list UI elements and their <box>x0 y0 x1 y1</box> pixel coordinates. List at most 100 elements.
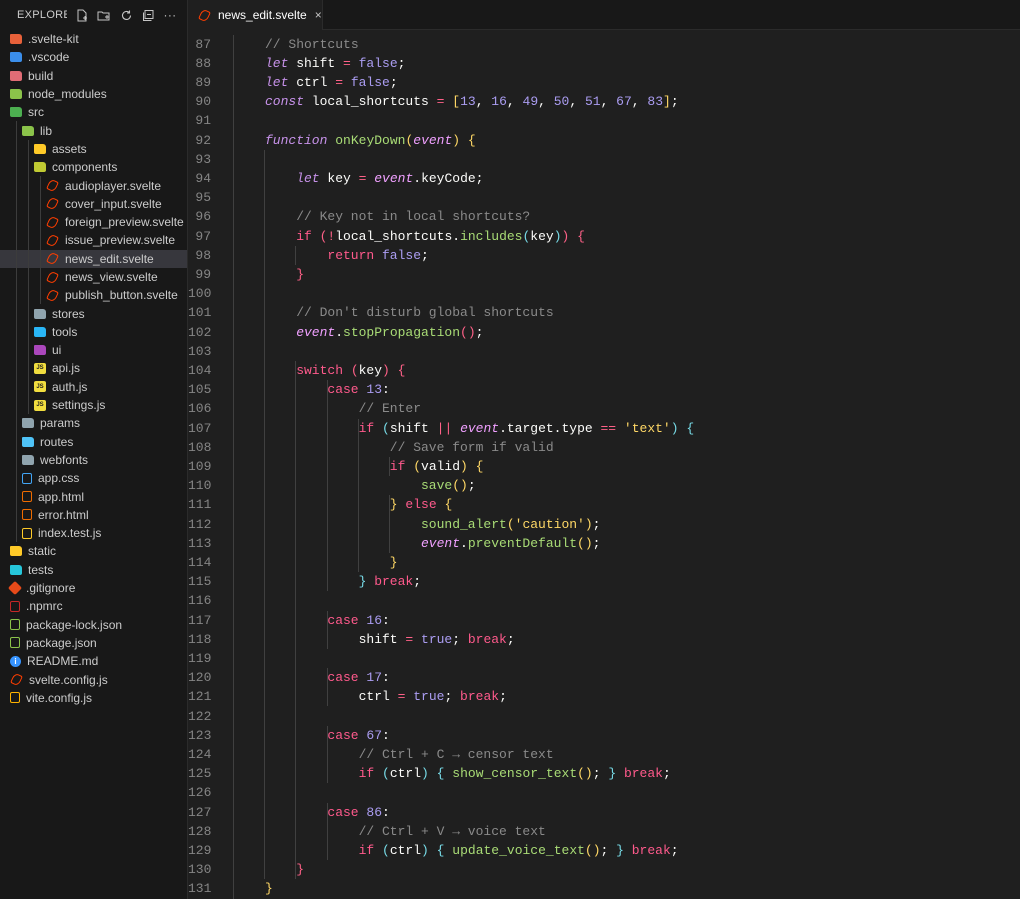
indent-guide <box>16 212 17 232</box>
tree-item-label: package-lock.json <box>26 617 123 632</box>
tree-item[interactable]: svelte.config.js <box>0 670 187 688</box>
tree-item[interactable]: package.json <box>0 634 187 652</box>
js-file-icon: JS <box>34 399 46 411</box>
line-number: 123 <box>188 727 212 743</box>
tree-item[interactable]: webfonts <box>0 450 187 470</box>
tree-item[interactable]: params <box>0 414 187 433</box>
tree-item-label: app.html <box>38 489 85 504</box>
tree-item[interactable]: index.test.js <box>0 524 187 543</box>
code-line: 89 let ctrl = false; <box>188 73 1020 92</box>
new-folder-icon[interactable] <box>97 8 111 22</box>
indent-guide <box>28 322 29 342</box>
tree-item[interactable]: .npmrc <box>0 597 187 615</box>
code-line: 110 save(); <box>188 476 1020 495</box>
tree-item[interactable]: app.css <box>0 469 187 488</box>
indent-guide <box>295 245 297 265</box>
file-icon <box>10 619 20 631</box>
line-number: 131 <box>188 881 212 897</box>
code-text: event.preventDefault(); <box>421 535 601 551</box>
code-line: 96 // Key not in local shortcuts? <box>188 207 1020 226</box>
code-line: 115} break; <box>188 572 1020 591</box>
svelte-file-icon <box>46 270 59 284</box>
tree-item[interactable]: JS settings.js <box>0 395 187 415</box>
code-line: 109 if (valid) { <box>188 457 1020 476</box>
tree-item[interactable]: ui <box>0 341 187 360</box>
code-line: 105 case 13: <box>188 380 1020 399</box>
tree-item[interactable]: news_view.svelte <box>0 267 187 287</box>
tree-item[interactable]: src <box>0 103 187 121</box>
indent-guide <box>28 212 29 232</box>
code-text: case 86: <box>327 804 390 820</box>
tree-item[interactable]: package-lock.json <box>0 616 187 634</box>
tree-item[interactable]: foreign_preview.svelte <box>0 212 187 232</box>
indent-guide <box>28 377 29 396</box>
tree-item-label: news_edit.svelte <box>65 251 154 266</box>
tree-item[interactable]: vite.config.js <box>0 689 187 707</box>
line-number: 107 <box>188 420 212 436</box>
more-icon[interactable]: ··· <box>163 8 177 22</box>
line-number: 127 <box>188 804 212 820</box>
code-text: // Ctrl + V → voice text <box>358 823 546 839</box>
tree-item[interactable]: stores <box>0 304 187 323</box>
code-line: 130} <box>188 860 1020 879</box>
tree-item[interactable]: app.html <box>0 487 187 506</box>
tree-item[interactable]: tools <box>0 322 187 342</box>
tree-item-label: auth.js <box>52 379 88 394</box>
file-icon <box>10 692 20 704</box>
tree-item[interactable]: components <box>0 158 187 177</box>
tree-item[interactable]: audioplayer.svelte <box>0 176 187 195</box>
svelte-file-icon <box>10 672 23 687</box>
refresh-icon[interactable] <box>119 8 133 22</box>
tree-item[interactable]: node_modules <box>0 85 187 103</box>
line-number: 102 <box>188 324 212 340</box>
line-number: 103 <box>188 343 212 359</box>
indent-guide <box>16 377 17 396</box>
indent-guide <box>326 380 328 592</box>
indent-guide <box>16 450 17 470</box>
explorer-header: EXPLORE... ··· <box>0 0 187 30</box>
tree-item-label: issue_preview.svelte <box>65 233 176 248</box>
indent-guide <box>326 725 328 784</box>
tree-item[interactable]: news_edit.svelte <box>0 249 187 268</box>
tree-item[interactable]: lib <box>0 121 187 140</box>
folder-icon <box>22 436 34 447</box>
indent-guide <box>16 524 17 543</box>
tree-item[interactable]: JS api.js <box>0 359 187 378</box>
tab-bar: news_edit.svelte × <box>188 0 1020 30</box>
tree-item[interactable]: static <box>0 542 187 560</box>
tree-item-label: publish_button.svelte <box>65 288 178 303</box>
tree-item-label: components <box>52 160 118 175</box>
collapse-all-icon[interactable] <box>141 8 155 22</box>
tree-item[interactable]: build <box>0 67 187 85</box>
indent-guide <box>16 469 17 488</box>
tree-item-label: tests <box>28 562 54 577</box>
code-line: 104 switch (key) { <box>188 361 1020 380</box>
code-editor[interactable]: 87 // Shortcuts 88 let shift = false; 89 let … <box>188 30 1020 899</box>
code-text: if (shift || event.target.type == 'text'… <box>358 420 695 436</box>
tree-item[interactable]: tests <box>0 561 187 579</box>
code-line: 90 const local_shortcuts = [13, 16, 49, 5… <box>188 92 1020 111</box>
svelte-file-icon <box>46 251 59 266</box>
indent-guide <box>28 194 29 213</box>
tree-item[interactable]: .vscode <box>0 48 187 66</box>
tree-item[interactable]: cover_input.svelte <box>0 194 187 213</box>
line-number: 91 <box>195 113 211 129</box>
tree-item[interactable]: issue_preview.svelte <box>0 231 187 250</box>
tree-item[interactable]: publish_button.svelte <box>0 286 187 305</box>
indent-guide <box>28 249 29 268</box>
tree-item[interactable]: .gitignore <box>0 579 187 597</box>
new-file-icon[interactable] <box>75 8 89 22</box>
folder-icon <box>10 89 22 100</box>
tab-news-edit[interactable]: news_edit.svelte × <box>188 0 323 30</box>
tree-item[interactable]: JS auth.js <box>0 377 187 396</box>
tree-item-label: ui <box>52 343 62 358</box>
tree-item[interactable]: i README.md <box>0 652 187 670</box>
tree-item[interactable]: assets <box>0 139 187 159</box>
line-number: 88 <box>195 55 211 71</box>
close-icon[interactable]: × <box>315 8 322 22</box>
git-icon <box>7 580 23 596</box>
tree-item[interactable]: .svelte-kit <box>0 30 187 48</box>
code-line: 113 event.preventDefault(); <box>188 534 1020 553</box>
tree-item[interactable]: routes <box>0 432 187 451</box>
tree-item[interactable]: error.html <box>0 505 187 525</box>
